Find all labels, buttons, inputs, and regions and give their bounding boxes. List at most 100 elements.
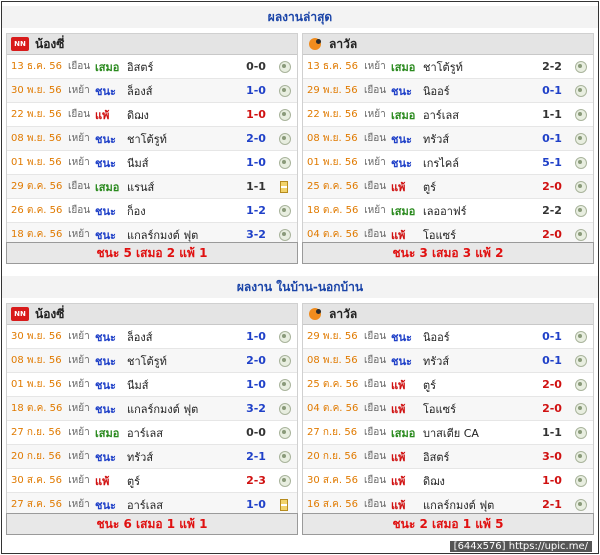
opponent-name: เกรไคล์ <box>423 156 459 170</box>
result-label: เสมอ <box>95 180 120 194</box>
result-row: 29 ต.ค. 56 เยือน เสมอ แรนส์ 1-1 <box>7 175 297 199</box>
opponent-name: แกลร์กมงต์ ฟุต <box>127 402 199 416</box>
result-label: ชนะ <box>391 132 412 146</box>
match-info-icon[interactable] <box>573 204 587 218</box>
team-name: ลาวัล <box>329 307 358 321</box>
result-row: 29 พ.ย. 56 เยือน ชนะ นิออร์ 0-1 <box>303 325 593 349</box>
opponent-name: ชาโต้รูท์ <box>127 132 167 146</box>
result-row: 29 พ.ย. 56 เยือน ชนะ นิออร์ 0-1 <box>303 79 593 103</box>
match-date: 01 พ.ย. 56 <box>11 157 62 168</box>
match-info-icon[interactable] <box>573 60 587 74</box>
match-date: 18 ต.ค. 56 <box>307 205 359 216</box>
match-info-icon[interactable] <box>573 378 587 392</box>
match-info-icon[interactable] <box>277 84 291 98</box>
match-info-icon[interactable] <box>277 132 291 146</box>
result-row: 20 ก.ย. 56 เยือน แพ้ อิสตร์ 3-0 <box>303 445 593 469</box>
rows: 30 พ.ย. 56 เหย้า ชนะ ล็องส์ 1-0 08 พ.ย. 56 เหย… <box>7 325 297 517</box>
venue-label: เหย้า <box>364 205 386 216</box>
venue-label: เหย้า <box>68 355 90 366</box>
match-info-icon[interactable] <box>277 426 291 440</box>
team-header-right: ลาวัล <box>303 34 593 55</box>
score: 1-0 <box>246 84 266 97</box>
result-label: ชนะ <box>95 402 116 416</box>
result-label: แพ้ <box>391 180 406 194</box>
match-info-icon[interactable] <box>573 402 587 416</box>
venue-label: เหย้า <box>68 133 90 144</box>
result-label: แพ้ <box>391 402 406 416</box>
match-date: 04 ต.ค. 56 <box>307 403 359 414</box>
opponent-name: ล็องส์ <box>127 330 153 344</box>
venue-label: เยือน <box>67 205 91 216</box>
score: 1-1 <box>542 108 562 121</box>
opponent-name: อิสตร์ <box>127 60 154 74</box>
rows: 13 ธ.ค. 56 เยือน เสมอ อิสตร์ 0-0 30 พ.ย. 56 เห… <box>7 55 297 247</box>
opponent-name: ชาโต้รูท์ <box>127 354 167 368</box>
match-info-icon[interactable] <box>573 180 587 194</box>
team-logo-icon <box>307 307 323 321</box>
result-row: 30 พ.ย. 56 เหย้า ชนะ ล็องส์ 1-0 <box>7 325 297 349</box>
opponent-name: ดิฌง <box>423 474 445 488</box>
result-label: เสมอ <box>391 60 416 74</box>
table-homeaway-right: ลาวัล 29 พ.ย. 56 เยือน ชนะ นิออร์ 0-1 08 พ.ย.… <box>302 303 594 518</box>
score: 1-0 <box>542 474 562 487</box>
hourglass-icon[interactable] <box>277 180 291 194</box>
match-info-icon[interactable] <box>573 474 587 488</box>
match-info-icon[interactable] <box>277 450 291 464</box>
match-info-icon[interactable] <box>573 84 587 98</box>
match-info-icon[interactable] <box>573 330 587 344</box>
opponent-name: แรนส์ <box>127 180 155 194</box>
match-info-icon[interactable] <box>277 474 291 488</box>
opponent-name: ตูร์ <box>423 180 437 194</box>
opponent-name: อาร์เลส <box>127 426 163 440</box>
match-info-icon[interactable] <box>573 228 587 242</box>
summary-recent-right: ชนะ 3 เสมอ 3 แพ้ 2 <box>302 242 594 264</box>
result-row: 30 ส.ค. 56 เยือน แพ้ ดิฌง 1-0 <box>303 469 593 493</box>
opponent-name: ตูร์ <box>127 474 141 488</box>
match-date: 08 พ.ย. 56 <box>307 355 358 366</box>
results-panel: ผลงานล่าสุด NN น้องซี่ 13 ธ.ค. 56 เยือน เส… <box>1 1 599 554</box>
match-info-icon[interactable] <box>277 156 291 170</box>
result-label: แพ้ <box>391 378 406 392</box>
result-label: ชนะ <box>391 330 412 344</box>
result-row: 25 ต.ค. 56 เยือน แพ้ ตูร์ 2-0 <box>303 175 593 199</box>
summary-recent-left: ชนะ 5 เสมอ 2 แพ้ 1 <box>6 242 298 264</box>
match-info-icon[interactable] <box>277 330 291 344</box>
match-info-icon[interactable] <box>277 108 291 122</box>
score: 3-0 <box>542 450 562 463</box>
opponent-name: ดิฌง <box>127 108 149 122</box>
match-info-icon[interactable] <box>573 498 587 512</box>
score: 2-0 <box>246 132 266 145</box>
opponent-name: ทรัวส์ <box>423 354 450 368</box>
match-date: 08 พ.ย. 56 <box>307 133 358 144</box>
venue-label: เหย้า <box>68 427 90 438</box>
result-label: ชนะ <box>95 378 116 392</box>
opponent-name: โอแซร์ <box>423 402 456 416</box>
venue-label: เยือน <box>363 403 387 414</box>
match-info-icon[interactable] <box>573 354 587 368</box>
team-name: น้องซี่ <box>35 307 65 321</box>
match-info-icon[interactable] <box>277 228 291 242</box>
opponent-name: นิออร์ <box>423 330 450 344</box>
match-info-icon[interactable] <box>573 132 587 146</box>
result-label: แพ้ <box>391 474 406 488</box>
match-info-icon[interactable] <box>277 204 291 218</box>
result-row: 01 พ.ย. 56 เหย้า ชนะ เกรไคล์ 5-1 <box>303 151 593 175</box>
score: 5-1 <box>542 156 562 169</box>
score: 2-0 <box>542 378 562 391</box>
match-info-icon[interactable] <box>573 108 587 122</box>
match-info-icon[interactable] <box>573 156 587 170</box>
opponent-name: ล็องส์ <box>127 84 153 98</box>
match-info-icon[interactable] <box>277 402 291 416</box>
match-info-icon[interactable] <box>573 450 587 464</box>
opponent-name: ทรัวส์ <box>127 450 154 464</box>
match-date: 16 ส.ค. 56 <box>307 499 358 510</box>
match-date: 08 พ.ย. 56 <box>11 133 62 144</box>
venue-label: เยือน <box>363 331 387 342</box>
match-info-icon[interactable] <box>277 354 291 368</box>
hourglass-icon[interactable] <box>277 498 291 512</box>
match-info-icon[interactable] <box>277 378 291 392</box>
result-row: 20 ก.ย. 56 เหย้า ชนะ ทรัวส์ 2-1 <box>7 445 297 469</box>
result-label: ชนะ <box>391 84 412 98</box>
match-info-icon[interactable] <box>573 426 587 440</box>
match-info-icon[interactable] <box>277 60 291 74</box>
